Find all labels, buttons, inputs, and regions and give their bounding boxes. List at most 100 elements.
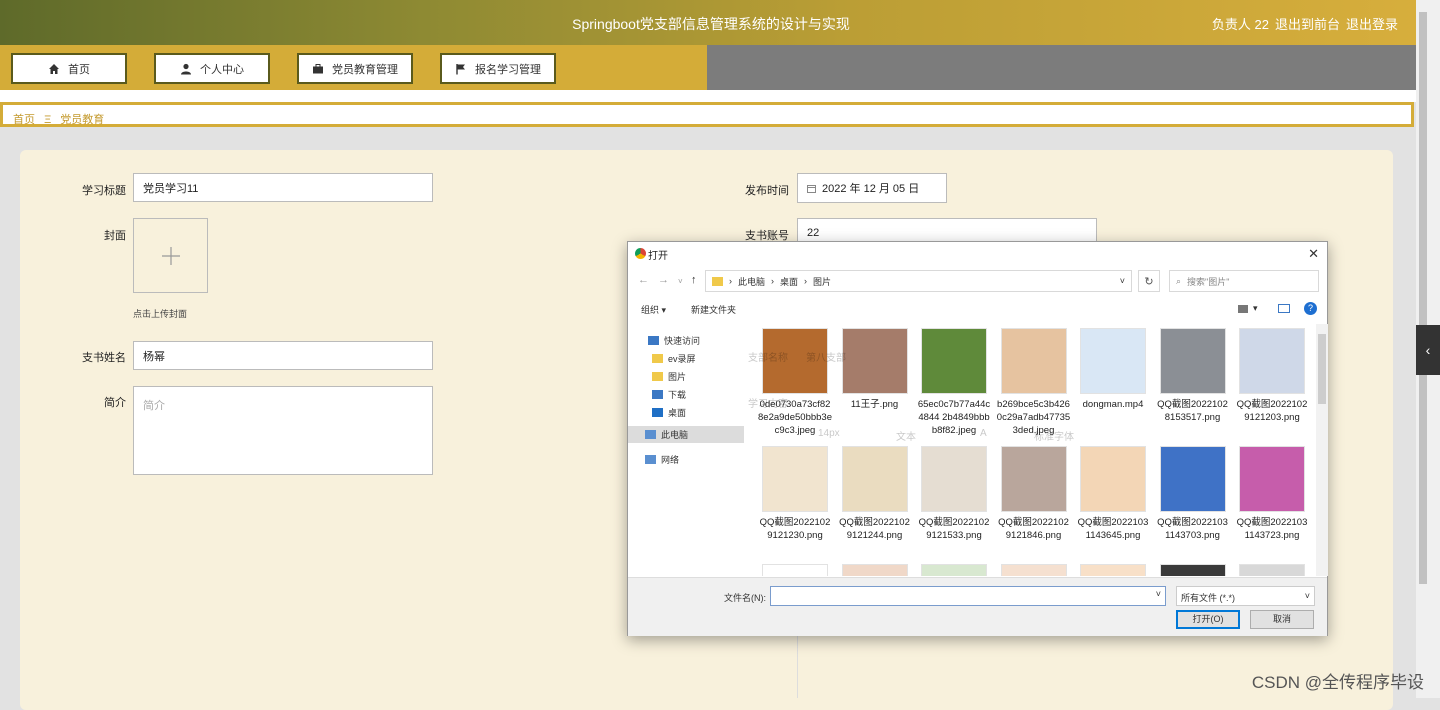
header-actions: 负责人 22 退出到前台 退出登录 [1212, 14, 1398, 33]
organize-button[interactable]: 组织 ▾ [641, 303, 666, 316]
nav-education-mgmt[interactable]: 党员教育管理 [297, 53, 413, 84]
refresh-icon[interactable]: ↻ [1138, 270, 1160, 292]
tree-ev-recording[interactable]: ev录屏 [652, 352, 696, 365]
file-thumbnail [762, 446, 828, 512]
publish-time-input[interactable]: 2022 年 12 月 05 日 [797, 173, 947, 203]
file-item[interactable]: 11王子.png [837, 328, 913, 411]
file-name: QQ截图20221028153517.png [1157, 399, 1228, 423]
new-folder-button[interactable]: 新建文件夹 [691, 303, 736, 316]
path-separator-icon: › [771, 276, 775, 286]
search-placeholder: 搜索"图片" [1187, 276, 1230, 287]
file-name: QQ截图20221029121203.png [1236, 399, 1308, 423]
intro-textarea[interactable]: 简介 [133, 386, 433, 475]
file-name: QQ截图20221029121533.png [918, 517, 990, 541]
file-item[interactable]: 0de0730a73cf828e2a9de50bbb3ec9c3.jpeg [757, 328, 833, 437]
breadcrumb-home[interactable]: 首页 [13, 114, 35, 126]
tree-desktop[interactable]: 桌面 [652, 406, 686, 419]
secretary-name-label: 支书姓名 [82, 352, 126, 364]
file-item[interactable]: QQ截图20221029121230.png [757, 446, 833, 542]
tree-downloads[interactable]: 下载 [652, 388, 686, 401]
nav-home[interactable]: 首页 [11, 53, 127, 84]
exit-to-front-link[interactable]: 退出到前台 [1275, 14, 1340, 33]
file-item[interactable]: QQ截图20221031143723.png [1234, 446, 1310, 542]
file-item[interactable]: QQ截图20221029121203.png [1234, 328, 1310, 424]
nav-bar: 首页 个人中心 党员教育管理 报名学习管理 [0, 45, 1416, 90]
nav-signup-mgmt[interactable]: 报名学习管理 [440, 53, 556, 84]
chevron-down-icon[interactable]: ˅ [1120, 276, 1125, 286]
study-title-input[interactable]: 党员学习11 [133, 173, 433, 202]
watermark: CSDN @全传程序毕设 [1251, 673, 1424, 692]
nav-home-label: 首页 [68, 63, 90, 76]
ghost-text-style: 文本 [896, 432, 916, 443]
secretary-name-input[interactable]: 杨幂 [133, 341, 433, 370]
file-thumbnail [1239, 328, 1305, 394]
address-bar[interactable]: › 此电脑 › 桌面 › 图片 ˅ [705, 270, 1132, 292]
preview-pane-icon[interactable] [1278, 304, 1290, 313]
help-icon[interactable]: ? [1304, 302, 1317, 315]
filetype-select[interactable]: 所有文件 (*.*) ˅ [1176, 586, 1315, 606]
search-input[interactable]: ⌕ 搜索"图片" [1169, 270, 1319, 292]
calendar-icon [807, 184, 816, 193]
chevron-down-icon[interactable]: ▾ [1253, 303, 1258, 314]
file-item[interactable]: dongman.mp4 [1075, 328, 1151, 411]
file-item[interactable]: QQ截图20221031143703.png [1155, 446, 1231, 542]
path-segment[interactable]: 桌面 [780, 275, 798, 288]
path-segment[interactable]: 此电脑 [738, 275, 765, 288]
forward-arrow-icon[interactable]: → [658, 274, 669, 286]
view-options-icon[interactable] [1238, 305, 1248, 313]
cancel-button[interactable]: 取消 [1250, 610, 1314, 629]
cover-upload-hint: 点击上传封面 [133, 309, 188, 319]
cover-upload[interactable] [133, 218, 208, 293]
file-name: 11王子.png [850, 399, 899, 410]
breadcrumb-separator: Ξ [44, 114, 52, 126]
filename-input[interactable]: ˅ [770, 586, 1166, 606]
path-segment[interactable]: 图片 [813, 275, 831, 288]
tree-this-pc[interactable]: 此电脑 [628, 426, 744, 443]
up-arrow-icon[interactable]: ↑ [691, 274, 697, 286]
file-item[interactable]: QQ截图20221028153517.png [1155, 328, 1231, 424]
computer-icon [645, 430, 656, 439]
filetype-value: 所有文件 (*.*) [1181, 593, 1236, 603]
breadcrumb: 首页 Ξ 党员教育 [0, 102, 1414, 127]
dialog-footer: 文件名(N): ˅ 所有文件 (*.*) ˅ 打开(O) 取消 [628, 577, 1327, 636]
file-grid-scrollbar[interactable] [1316, 324, 1328, 576]
page-scrollbar[interactable]: ‹ [1416, 0, 1440, 698]
current-user: 负责人 22 [1211, 17, 1269, 32]
page-scroll-thumb[interactable] [1419, 12, 1427, 584]
file-thumbnail [1000, 564, 1067, 576]
file-name: QQ截图20221031143703.png [1157, 517, 1228, 541]
file-name: QQ截图20221029121244.png [839, 517, 910, 541]
filename-label: 文件名(N): [724, 593, 766, 603]
nav-personal-center[interactable]: 个人中心 [154, 53, 270, 84]
file-thumbnail [1239, 446, 1305, 512]
file-thumbnail [841, 446, 908, 512]
intro-placeholder: 简介 [143, 400, 165, 412]
open-button[interactable]: 打开(O) [1176, 610, 1240, 629]
file-item[interactable]: QQ截图20221029121533.png [916, 446, 992, 542]
file-item[interactable]: b269bce5c3b4260c29a7adb477353ded.jpeg [996, 328, 1072, 437]
nav-education-label: 党员教育管理 [332, 63, 398, 76]
star-icon [648, 336, 659, 345]
back-arrow-icon[interactable]: ← [638, 274, 649, 286]
file-item[interactable]: 65ec0c7b77a44c4844 2b4849bbbb8f82.jpeg [916, 328, 992, 437]
chevron-down-icon[interactable]: ˅ [1156, 589, 1161, 599]
tree-label: ev录屏 [668, 354, 696, 364]
recent-dropdown-icon[interactable]: ˅ [678, 277, 683, 286]
file-thumbnail [1000, 446, 1067, 512]
file-item[interactable]: QQ截图20221029121846.png [996, 446, 1072, 542]
ghost-branch-value: 第八支部 [806, 353, 846, 364]
plus-icon [162, 247, 180, 265]
tree-network[interactable]: 网络 [645, 453, 679, 466]
file-grid-scroll-thumb[interactable] [1318, 334, 1326, 404]
close-icon[interactable]: ✕ [1308, 246, 1319, 262]
file-name: QQ截图20221029121230.png [759, 517, 831, 541]
file-name: QQ截图20221031143723.png [1236, 517, 1308, 541]
chevron-left-icon[interactable]: ‹ [1416, 325, 1440, 375]
file-item[interactable]: QQ截图20221029121244.png [837, 446, 913, 542]
ghost-font-family: 标准字体 [1034, 432, 1074, 443]
logout-link[interactable]: 退出登录 [1346, 14, 1398, 33]
file-item[interactable]: QQ截图20221031143645.png [1075, 446, 1151, 542]
tree-quick-access[interactable]: 快速访问 [648, 334, 700, 347]
file-thumbnail [841, 328, 908, 394]
tree-pictures[interactable]: 图片 [652, 370, 686, 383]
